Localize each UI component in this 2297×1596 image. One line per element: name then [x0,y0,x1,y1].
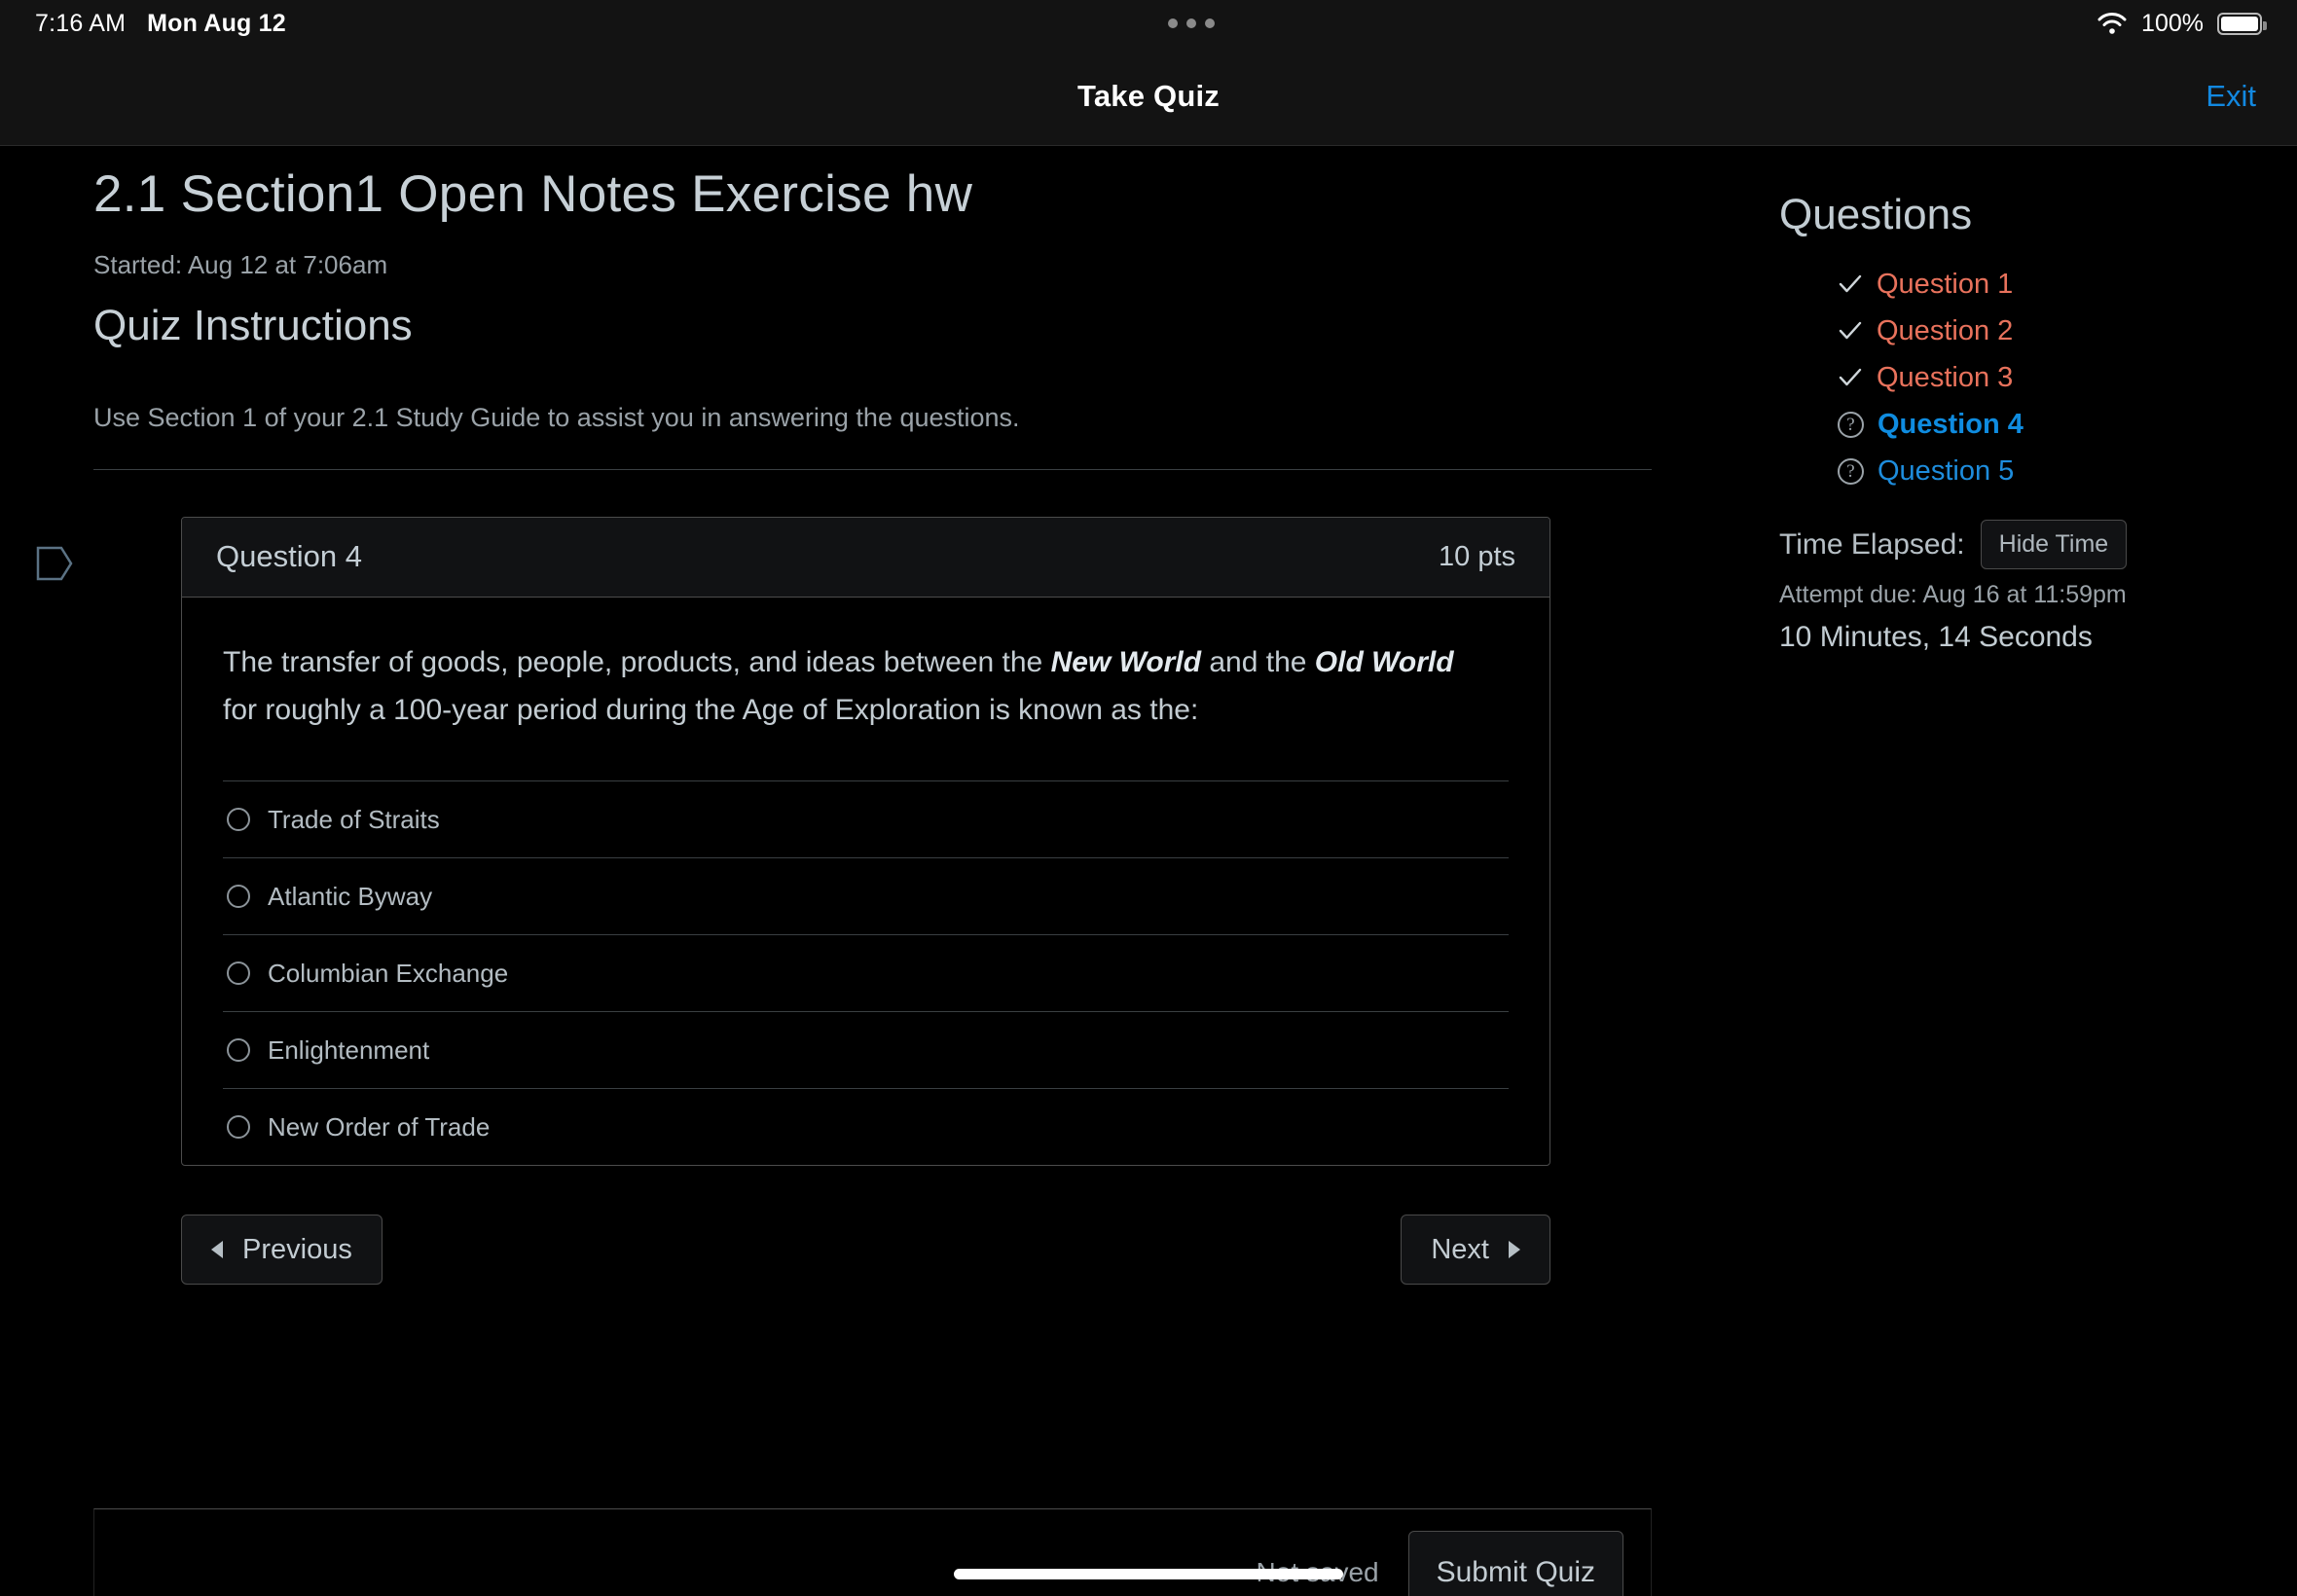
check-icon [1838,365,1863,390]
ios-status-bar: 7:16 AM Mon Aug 12 100% [0,0,2297,47]
sidebar-heading: Questions [1779,191,1973,238]
sidebar-item-question-6[interactable]: ? Question 6 [1838,494,2266,498]
answer-option[interactable]: New Order of Trade [223,1088,1509,1165]
radio-button-icon[interactable] [227,1038,250,1063]
hide-time-button[interactable]: Hide Time [1980,520,2128,569]
answer-option-label: Trade of Straits [268,804,440,834]
exit-button[interactable]: Exit [2206,79,2256,114]
flag-icon[interactable] [36,544,73,583]
submit-quiz-button[interactable]: Submit Quiz [1407,1530,1623,1596]
sidebar-item-question-5[interactable]: ? Question 5 [1838,448,2266,494]
question-number-label: Question 4 [216,539,362,574]
question-nav-buttons: Previous Next [181,1215,1550,1286]
answer-option[interactable]: Enlightenment [223,1011,1509,1088]
question-card: Question 4 10 pts The transfer of goods,… [181,516,1550,1167]
status-bar-right: 100% [2096,9,2267,38]
radio-button-icon[interactable] [227,961,250,986]
sidebar-item-label: Question 1 [1877,268,2014,300]
time-elapsed-row: Time Elapsed: Hide Time [1779,520,2266,569]
sidebar-item-label: Question 3 [1877,361,2014,393]
question-text-part-1: The transfer of goods, people, products,… [223,645,1051,678]
answer-option[interactable]: Atlantic Byway [223,857,1509,934]
quiz-started-label: Started: Aug 12 at 7:06am [93,249,388,279]
question-navigator-list[interactable]: Question 1 Question 2 Question 3 ? Quest… [1779,261,2266,498]
radio-button-icon[interactable] [227,808,250,832]
quiz-title: 2.1 Section1 Open Notes Exercise hw [93,165,973,223]
chevron-left-icon [211,1241,223,1259]
previous-question-button[interactable]: Previous [181,1215,383,1286]
battery-percent-label: 100% [2141,9,2204,37]
quiz-main-column: 2.1 Section1 Open Notes Exercise hw Star… [36,146,1655,1286]
questions-sidebar: Questions Question 1 Question 2 Question… [1779,146,2266,654]
check-icon [1838,272,1863,297]
home-indicator[interactable] [954,1569,1343,1579]
status-bar-center [286,18,2096,28]
status-bar-left: 7:16 AM Mon Aug 12 [35,10,286,38]
quiz-instructions-heading: Quiz Instructions [93,301,413,349]
answer-option[interactable]: Columbian Exchange [223,934,1509,1011]
section-divider [93,468,1652,470]
sidebar-item-label: Question 2 [1877,314,2014,346]
question-emphasis-old-world: Old World [1314,645,1454,678]
chevron-right-icon [1509,1241,1520,1259]
time-elapsed-value: 10 Minutes, 14 Seconds [1779,621,2093,653]
check-icon [1838,318,1863,344]
submit-bar: Not saved Submit Quiz [93,1508,1652,1596]
question-block: Question 4 10 pts The transfer of goods,… [36,516,1655,1286]
next-question-button[interactable]: Next [1401,1215,1550,1286]
answer-options-list: Trade of Straits Atlantic Byway Columbia… [223,780,1509,1165]
answer-option-label: Atlantic Byway [268,881,433,911]
question-text-part-2: and the [1201,645,1315,678]
attempt-due-label: Attempt due: Aug 16 at 11:59pm [1779,581,2127,608]
page-title: Take Quiz [1077,78,1220,113]
question-text-part-3: for roughly a 100-year period during the… [223,693,1199,726]
sidebar-item-question-4[interactable]: ? Question 4 [1838,401,2266,448]
sidebar-item-question-2[interactable]: Question 2 [1838,308,2266,354]
app-nav-bar: Take Quiz Exit [0,47,2297,146]
question-emphasis-new-world: New World [1050,645,1202,678]
sidebar-item-label: Question 4 [1878,408,2024,440]
sidebar-item-label: Question 5 [1878,454,2015,487]
multitasking-dots-icon[interactable] [1167,18,1215,28]
status-bar-date: Mon Aug 12 [147,9,286,37]
answer-option-label: Enlightenment [268,1034,430,1065]
next-button-label: Next [1431,1233,1489,1265]
question-card-header: Question 4 10 pts [182,517,1550,598]
answer-option[interactable]: Trade of Straits [223,780,1509,857]
sidebar-item-question-1[interactable]: Question 1 [1838,261,2266,308]
answer-option-label: New Order of Trade [268,1111,491,1142]
question-mark-icon: ? [1838,457,1864,485]
question-mark-icon: ? [1838,411,1864,438]
previous-button-label: Previous [242,1233,352,1265]
status-bar-time: 7:16 AM [35,9,127,37]
wifi-icon [2096,12,2128,35]
question-points-label: 10 pts [1439,540,1515,572]
answer-option-label: Columbian Exchange [268,958,509,988]
radio-button-icon[interactable] [227,885,250,909]
quiz-instructions-text: Use Section 1 of your 2.1 Study Guide to… [93,402,1020,432]
question-prompt: The transfer of goods, people, products,… [223,639,1459,734]
quiz-page: 2.1 Section1 Open Notes Exercise hw Star… [0,146,2297,1596]
quiz-timer-panel: Time Elapsed: Hide Time Attempt due: Aug… [1779,520,2266,654]
time-elapsed-label: Time Elapsed: [1779,527,1965,561]
radio-button-icon[interactable] [227,1115,250,1140]
sidebar-item-question-3[interactable]: Question 3 [1838,354,2266,401]
battery-icon [2217,12,2267,35]
question-card-body: The transfer of goods, people, products,… [182,598,1550,1165]
